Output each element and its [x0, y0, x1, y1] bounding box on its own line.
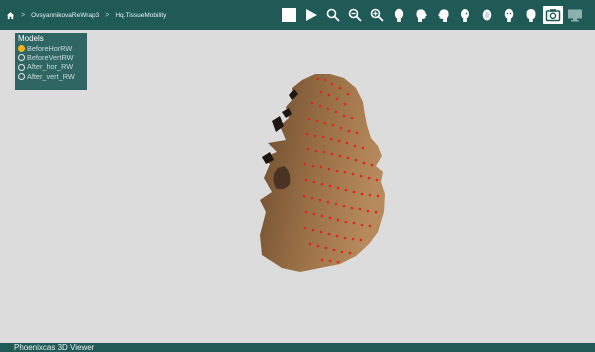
head-front-icon: [394, 8, 404, 22]
model-option-label: After_hor_RW: [27, 62, 74, 72]
camera-icon: [545, 9, 561, 22]
view-right-button[interactable]: [521, 6, 541, 24]
status-bar: Phoenixcas 3D Viewer: [0, 343, 595, 352]
view-left-button[interactable]: [499, 6, 519, 24]
status-label: Phoenixcas 3D Viewer: [14, 343, 95, 352]
view-front-button[interactable]: [389, 6, 409, 24]
view-tools: [279, 6, 585, 24]
home-icon[interactable]: [6, 11, 15, 20]
view-top-button[interactable]: [477, 6, 497, 24]
view-side-button[interactable]: [411, 6, 431, 24]
breadcrumb-separator: >: [105, 11, 110, 19]
top-toolbar: > OvsyannikovaReWrap3 > Hq.TissueMobilit…: [0, 0, 595, 30]
play-button[interactable]: [301, 6, 321, 24]
camera-button[interactable]: [543, 6, 563, 24]
stop-button[interactable]: [279, 6, 299, 24]
radio-icon: [18, 54, 25, 62]
3d-viewport[interactable]: [0, 30, 595, 343]
monitor-icon: [568, 9, 582, 22]
zoom-in-icon: [370, 8, 384, 22]
breadcrumb-project[interactable]: OvsyannikovaReWrap3: [31, 12, 99, 19]
model-option-before-hor[interactable]: BeforeHorRW: [18, 44, 84, 53]
view-quarter-button[interactable]: [455, 6, 475, 24]
3d-face-scan[interactable]: [0, 30, 595, 343]
head-back-icon: [437, 8, 449, 22]
head-right-icon: [526, 8, 536, 22]
zoom-button[interactable]: [323, 6, 343, 24]
models-panel: Models BeforeHorRW BeforeVertRW After_ho…: [15, 33, 87, 90]
radio-icon: [18, 63, 25, 71]
play-icon: [306, 9, 317, 21]
model-option-label: After_vert_RW: [27, 71, 75, 81]
head-left-icon: [504, 8, 514, 22]
model-option-before-vert[interactable]: BeforeVertRW: [18, 53, 84, 62]
zoom-in-button[interactable]: [367, 6, 387, 24]
view-back-button[interactable]: [433, 6, 453, 24]
models-panel-title: Models: [18, 34, 44, 43]
radio-selected-icon: [18, 45, 25, 53]
model-option-label: BeforeHorRW: [27, 44, 73, 53]
breadcrumb: > OvsyannikovaReWrap3 > Hq.TissueMobilit…: [6, 0, 166, 30]
model-option-label: BeforeVertRW: [27, 53, 74, 63]
model-option-after-vert[interactable]: After_vert_RW: [18, 72, 84, 81]
radio-icon: [18, 72, 25, 80]
breadcrumb-separator: >: [21, 11, 26, 19]
zoom-out-icon: [348, 8, 362, 22]
zoom-out-button[interactable]: [345, 6, 365, 24]
monitor-button[interactable]: [565, 6, 585, 24]
head-top-icon: [482, 9, 492, 20]
model-option-after-hor[interactable]: After_hor_RW: [18, 62, 84, 71]
stop-icon: [282, 8, 296, 22]
viewer-window: > OvsyannikovaReWrap3 > Hq.TissueMobilit…: [0, 0, 595, 352]
head-side-icon: [415, 8, 427, 22]
breadcrumb-analysis[interactable]: Hq.TissueMobility: [115, 12, 166, 19]
zoom-icon: [326, 8, 340, 22]
head-quarter-icon: [461, 8, 469, 22]
